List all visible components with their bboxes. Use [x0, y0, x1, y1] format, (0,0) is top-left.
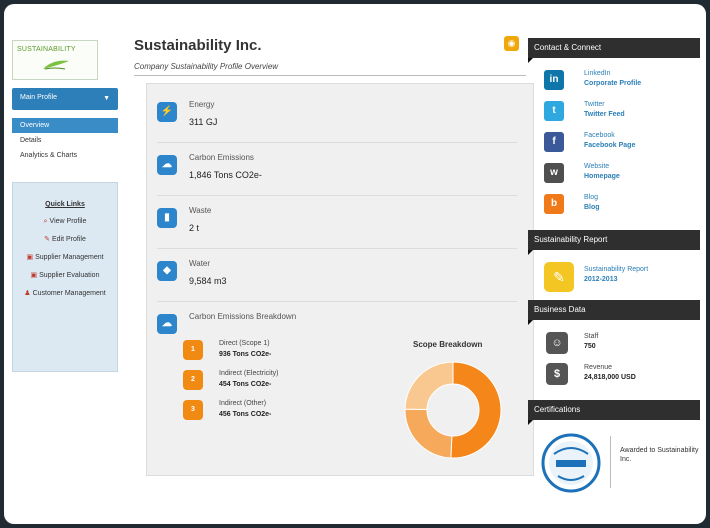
page-title: Sustainability Inc.: [134, 37, 262, 54]
donut-slice-scope-3: [404, 361, 454, 411]
donut-slice-scope-2: [404, 408, 453, 459]
scope-3-icon: 3: [183, 400, 203, 420]
nav-item-analytics[interactable]: Analytics & Charts: [12, 148, 118, 163]
pencil-icon: ✎: [44, 236, 50, 243]
people-icon: ▣: [30, 272, 38, 279]
social-label: Blog: [584, 194, 599, 201]
divider: [157, 248, 517, 249]
social-link[interactable]: Facebook Page: [584, 142, 635, 149]
company-logo: SUSTAINABILITY: [12, 40, 98, 80]
lightning-icon: ⚡: [157, 102, 177, 122]
person-icon: ♟: [24, 290, 31, 297]
social-link[interactable]: Corporate Profile: [584, 80, 641, 87]
cloud-icon: ☁: [157, 155, 177, 175]
breakdown-label: Direct (Scope 1): [219, 340, 270, 347]
quick-link-customer-management[interactable]: ♟ Customer Management: [13, 289, 117, 298]
sidebar-nav: Overview Details Analytics & Charts: [12, 118, 118, 163]
metric-label: Water: [189, 259, 211, 268]
cloud-icon: ☁: [157, 314, 177, 334]
bin-icon: ▮: [157, 208, 177, 228]
business-label: Staff: [584, 333, 599, 340]
section-header-certifications: Certifications: [528, 400, 700, 425]
leaf-icon: [43, 60, 69, 70]
breakdown-value: 456 Tons CO2e-: [219, 411, 272, 418]
social-link[interactable]: Twitter Feed: [584, 111, 625, 118]
donut-slice-scope-1: [450, 361, 502, 459]
quick-link-label: Supplier Evaluation: [39, 272, 100, 279]
divider: [157, 142, 517, 143]
nav-item-overview[interactable]: Overview: [12, 118, 118, 133]
quick-link-view-profile[interactable]: ⌕ View Profile: [13, 217, 117, 226]
metric-label: Carbon Emissions Breakdown: [189, 312, 297, 321]
metric-label: Energy: [189, 100, 215, 109]
header-divider: [134, 75, 526, 76]
breakdown-label: Indirect (Other): [219, 400, 267, 407]
metric-value: 1,846 Tons CO2e-: [189, 170, 262, 180]
donut-chart-title: Scope Breakdown: [413, 340, 483, 349]
logo-text: SUSTAINABILITY: [17, 46, 76, 53]
scope-1-icon: 1: [183, 340, 203, 360]
search-icon: ⌕: [43, 218, 48, 225]
twitter-icon: t: [544, 101, 564, 121]
divider: [157, 195, 517, 196]
divider: [157, 301, 517, 302]
linkedin-icon: in: [544, 70, 564, 90]
blog-icon: b: [544, 194, 564, 214]
metric-value: 9,584 m3: [189, 276, 227, 286]
facebook-icon: f: [544, 132, 564, 152]
certification-text: Awarded to Sustainability Inc.: [620, 447, 699, 463]
scope-2-icon: 2: [183, 370, 203, 390]
metric-value: 311 GJ: [189, 117, 218, 127]
business-label: Revenue: [584, 364, 613, 371]
metric-label: Carbon Emissions: [189, 153, 254, 162]
quick-link-label: View Profile: [49, 218, 87, 225]
quick-link-supplier-evaluation[interactable]: ▣ Supplier Evaluation: [13, 271, 117, 280]
section-header-contact: Contact & Connect: [528, 38, 700, 63]
scope-donut-chart: [404, 361, 502, 459]
social-link[interactable]: Homepage: [584, 173, 620, 180]
business-value: 24,818,000 USD: [584, 374, 636, 381]
chevron-down-icon: ▼: [103, 95, 110, 102]
view-select[interactable]: Main Profile ▼: [12, 88, 118, 110]
breakdown-value: 936 Tons CO2e-: [219, 351, 272, 358]
social-label: Website: [584, 163, 610, 170]
social-link[interactable]: Blog: [584, 204, 600, 211]
quick-links-panel: Quick Links ⌕ View Profile ✎ Edit Profile …: [12, 182, 118, 372]
quick-link-label: Edit Profile: [52, 236, 86, 243]
people-icon: ▣: [26, 254, 34, 261]
carbon-trust-badge[interactable]: [540, 432, 602, 494]
quick-link-supplier-management[interactable]: ▣ Supplier Management: [13, 253, 117, 262]
breakdown-value: 454 Tons CO2e-: [219, 381, 272, 388]
social-label: LinkedIn: [584, 70, 611, 77]
page-subtitle: Company Sustainability Profile Overview: [134, 62, 279, 71]
metric-value: 2 t: [189, 223, 200, 233]
report-link[interactable]: 2012-2013: [584, 276, 617, 283]
app-window: SUSTAINABILITY Main Profile ▼ Overview D…: [4, 4, 706, 524]
metrics-panel: ⚡ Energy 311 GJ ☁ Carbon Emissions 1,846…: [146, 83, 534, 476]
globe-icon: w: [544, 163, 564, 183]
quick-link-label: Customer Management: [32, 290, 106, 297]
view-select-label: Main Profile: [20, 94, 57, 101]
breakdown-label: Indirect (Electricity): [219, 370, 279, 377]
divider: [610, 436, 611, 488]
quick-links-title: Quick Links: [45, 201, 85, 208]
staff-icon: ☺: [546, 332, 568, 354]
section-header-business: Business Data: [528, 300, 700, 325]
rss-icon[interactable]: ◉: [504, 36, 519, 51]
social-label: Twitter: [584, 101, 605, 108]
quick-link-edit-profile[interactable]: ✎ Edit Profile: [13, 235, 117, 244]
section-header-report: Sustainability Report: [528, 230, 700, 255]
social-label: Facebook: [584, 132, 615, 139]
business-value: 750: [584, 343, 596, 350]
dollar-icon: $: [546, 363, 568, 385]
report-icon[interactable]: ✎: [544, 262, 574, 292]
nav-item-details[interactable]: Details: [12, 133, 118, 148]
quick-link-label: Supplier Management: [35, 254, 104, 261]
metric-label: Waste: [189, 206, 212, 215]
report-label: Sustainability Report: [584, 266, 649, 273]
drop-icon: ◆: [157, 261, 177, 281]
